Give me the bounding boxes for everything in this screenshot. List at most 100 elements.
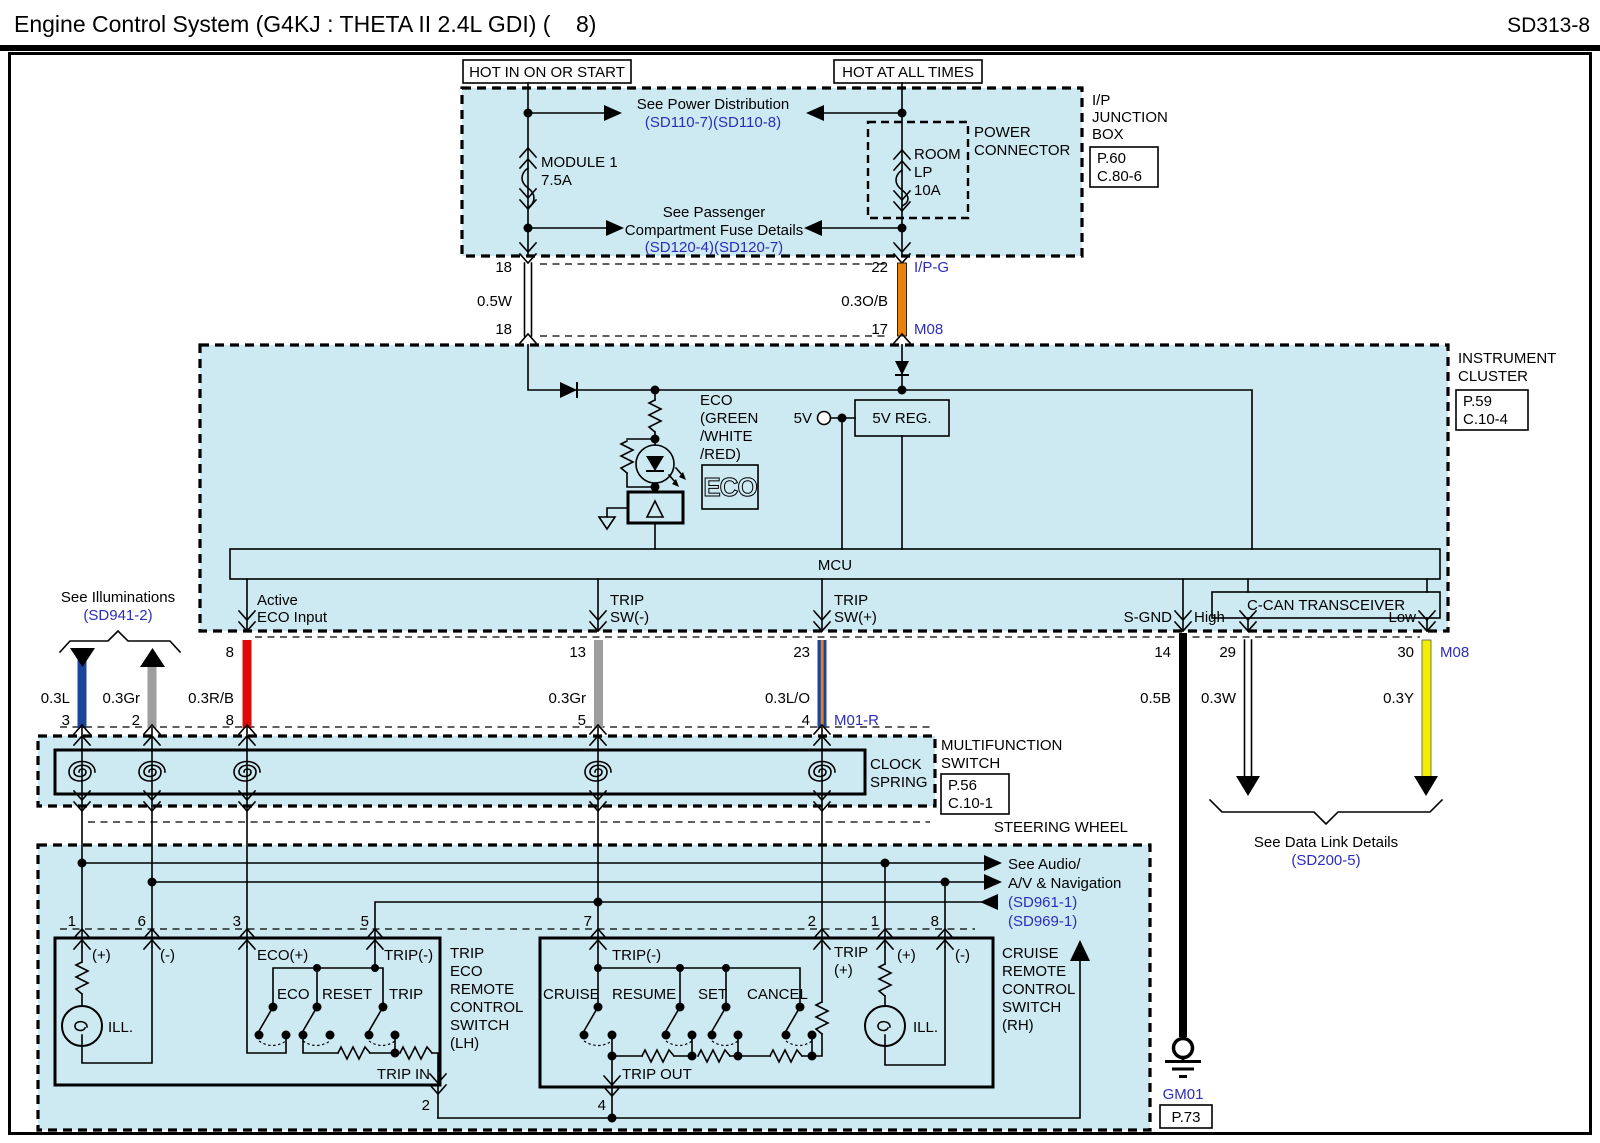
v5-terminal-icon: [818, 412, 831, 425]
eco-lamp-label-1: ECO: [700, 392, 733, 409]
header: Engine Control System (G4KJ : THETA II 2…: [0, 0, 1600, 51]
steering-wheel: STEERING WHEEL See Audio/ A/V & Navigati…: [38, 806, 1150, 1130]
wire-color-label: 0.5W: [477, 293, 513, 310]
see-audio-1: See Audio/: [1008, 856, 1081, 873]
out-active-1: Active: [257, 592, 298, 609]
see-illuminations: See Illuminations: [61, 589, 175, 606]
wire-03lo-stripe: [821, 640, 824, 728]
fuse-room-2: LP: [914, 164, 932, 181]
pin-number: 8: [226, 644, 234, 661]
multifunction-label-1: MULTIFUNCTION: [941, 737, 1062, 754]
connector-id: M01-R: [834, 712, 879, 729]
wire-color-label: 0.3Y: [1383, 690, 1414, 707]
pin-number: 17: [871, 321, 888, 338]
see-audio-ref-2: (SD969-1): [1008, 913, 1077, 930]
cluster-page: P.59: [1463, 393, 1492, 410]
see-audio-2: A/V & Navigation: [1008, 875, 1121, 892]
power-connector-2: CONNECTOR: [974, 142, 1071, 159]
rh-sw-cancel: CANCEL: [747, 986, 808, 1003]
pin-number: 2: [422, 1097, 430, 1114]
out-active-2: ECO Input: [257, 609, 328, 626]
wire-03ob: [898, 263, 907, 336]
out-low: Low: [1388, 609, 1416, 626]
out-trip-plus-1: TRIP: [834, 592, 868, 609]
wire-color-label: 0.3L: [41, 690, 70, 707]
out-high: High: [1194, 609, 1225, 626]
lh-trip-minus-label: TRIP(-): [384, 947, 433, 964]
fuse-module1-name: MODULE 1: [541, 154, 618, 171]
rh-sw-cruise: CRUISE: [543, 986, 600, 1003]
lh-name-3: REMOTE: [450, 981, 514, 998]
pin-number: 18: [495, 259, 512, 276]
lh-name-6: (LH): [450, 1035, 479, 1052]
connector-id: M08: [1440, 644, 1469, 661]
pin-number: 3: [233, 913, 241, 930]
pin-number: 22: [871, 259, 888, 276]
see-illuminations-ref: (SD941-2): [83, 607, 152, 624]
instrument-cluster: INSTRUMENT CLUSTER P.59 C.10-4 5V REG. 5…: [200, 345, 1556, 631]
rh-name-3: CONTROL: [1002, 981, 1075, 998]
pin-number: 30: [1397, 644, 1414, 661]
out-trip-minus-2: SW(-): [610, 609, 649, 626]
rh-sw-set: SET: [698, 986, 727, 1003]
fuse-module1-rating: 7.5A: [541, 172, 572, 189]
out-trip-minus-1: TRIP: [610, 592, 644, 609]
pin-number: 3: [62, 712, 70, 729]
wire-03gr-trip: [594, 640, 603, 728]
rh-sw-resume: RESUME: [612, 986, 676, 1003]
wire-color-label: 0.3R/B: [188, 690, 234, 707]
pin-number: 4: [802, 712, 810, 729]
lh-sw-eco: ECO: [277, 986, 310, 1003]
power-connector-1: POWER: [974, 124, 1031, 141]
pin-number: 23: [793, 644, 810, 661]
connector-id: I/P-G: [914, 259, 949, 276]
rh-ill-label: ILL.: [913, 1019, 938, 1036]
lh-plus-label: (+): [92, 947, 111, 964]
see-data-link: See Data Link Details: [1254, 834, 1398, 851]
see-audio-ref-1: (SD961-1): [1008, 894, 1077, 911]
wire-color-label: 0.3Gr: [102, 690, 140, 707]
ip-page: P.60: [1097, 150, 1126, 167]
pin-number: 2: [808, 913, 816, 930]
ip-label-2: JUNCTION: [1092, 109, 1168, 126]
wire-03gr-ill: [148, 660, 157, 728]
instrument-cluster-panel: [200, 345, 1448, 631]
pin-number: 1: [871, 913, 879, 930]
steering-wheel-title: STEERING WHEEL: [994, 819, 1128, 836]
lh-name-1: TRIP: [450, 945, 484, 962]
lh-ill-label: ILL.: [108, 1019, 133, 1036]
wire-color-label: 0.3L/O: [765, 690, 810, 707]
ip-junction-box: HOT IN ON OR START HOT AT ALL TIMES See …: [462, 60, 1168, 256]
rh-name-1: CRUISE: [1002, 945, 1059, 962]
ip-label-1: I/P: [1092, 92, 1110, 109]
multifunction-connector: C.10-1: [948, 795, 993, 812]
wire-03l: [78, 660, 87, 728]
pin-number: 8: [226, 712, 234, 729]
pin-number: 13: [569, 644, 586, 661]
wire-03rb: [243, 640, 252, 728]
cluster-label-2: CLUSTER: [1458, 368, 1528, 385]
engine-control-wiring-diagram: Engine Control System (G4KJ : THETA II 2…: [0, 0, 1600, 1143]
header-rule: [0, 45, 1600, 51]
wiring-diagram-page: Engine Control System (G4KJ : THETA II 2…: [0, 0, 1600, 1143]
see-power-distribution-refs: (SD110-7)(SD110-8): [645, 114, 781, 131]
see-power-distribution: See Power Distribution: [637, 96, 790, 113]
ground-page: P.73: [1172, 1109, 1201, 1126]
multifunction-switch: CLOCK SPRING MULTIFUNCTION SWITCH P.56 C…: [38, 725, 1062, 822]
rh-name-4: SWITCH: [1002, 999, 1061, 1016]
lh-name-2: ECO: [450, 963, 483, 980]
cluster-label-1: INSTRUMENT: [1458, 350, 1556, 367]
lh-name-4: CONTROL: [450, 999, 523, 1016]
ccan-transceiver-label: C-CAN TRANSCEIVER: [1247, 597, 1405, 614]
wire-03y: [1422, 640, 1431, 778]
multifunction-page: P.56: [948, 777, 977, 794]
eco-lamp-label-4: /RED): [700, 446, 741, 463]
see-passenger-2: Compartment Fuse Details: [625, 222, 803, 239]
lh-eco-plus-label: ECO(+): [257, 947, 308, 964]
wire-color-label: 0.5B: [1140, 690, 1171, 707]
pin-number: 14: [1154, 644, 1171, 661]
out-sgnd: S-GND: [1124, 609, 1173, 626]
rh-plus-label: (+): [897, 947, 916, 964]
fuse-room-1: ROOM: [914, 146, 961, 163]
pin-number: 1: [68, 913, 76, 930]
